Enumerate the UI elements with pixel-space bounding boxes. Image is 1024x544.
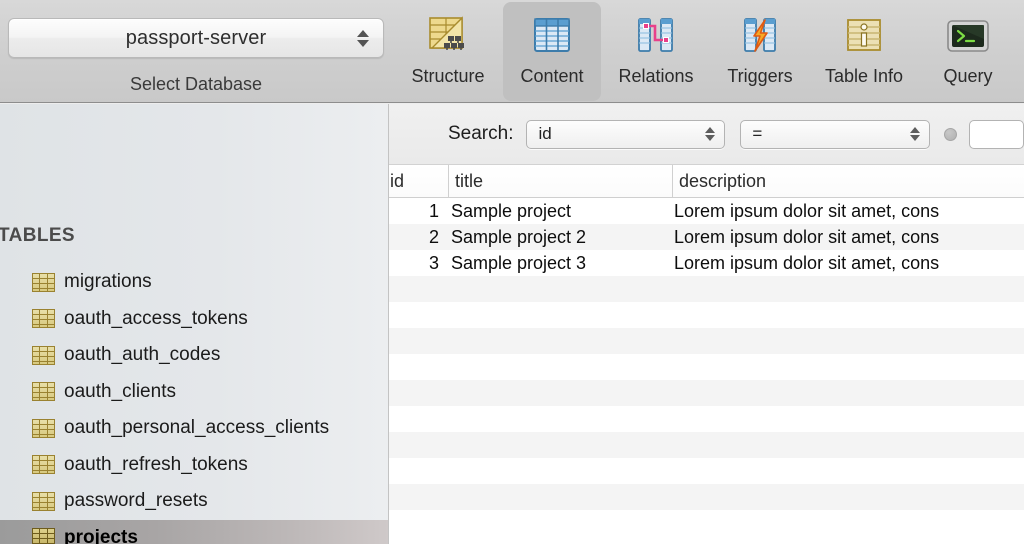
table-row[interactable]: 2 Sample project 2 Lorem ipsum dolor sit… [389, 224, 1024, 250]
database-select-group: passport-server [8, 18, 384, 58]
database-popup-value: passport-server [125, 26, 267, 49]
table-row-empty[interactable] [389, 432, 1024, 458]
content-pane: Search: id = id title description 1 Samp… [389, 104, 1024, 544]
updown-stepper-icon [704, 124, 715, 144]
sidebar-item-projects[interactable]: projects [0, 519, 388, 544]
table-row[interactable]: 1 Sample project Lorem ipsum dolor sit a… [389, 198, 1024, 224]
search-operator-select[interactable]: = [740, 119, 931, 149]
table-relations-icon [629, 11, 683, 61]
cell-id: 3 [428, 252, 439, 273]
tables-section-header: TABLES [0, 225, 75, 246]
sidebar-item-label: oauth_access_tokens [64, 307, 248, 329]
tables-list: migrations oauth_access_tokens oauth_aut… [0, 264, 388, 544]
table-row-empty[interactable] [389, 458, 1024, 484]
table-row-empty[interactable] [389, 510, 1024, 536]
column-header-title[interactable]: title [448, 165, 672, 197]
tables-sidebar: TABLES migrations oauth_access_tokens oa… [0, 104, 388, 544]
cell-description: Lorem ipsum dolor sit amet, cons [674, 226, 940, 247]
toolbar-tab-content[interactable]: Content [500, 0, 604, 103]
table-icon [32, 345, 55, 365]
table-info-icon [837, 11, 891, 61]
table-row[interactable]: 3 Sample project 3 Lorem ipsum dolor sit… [389, 250, 1024, 276]
table-rows: 1 Sample project Lorem ipsum dolor sit a… [389, 198, 1024, 544]
sidebar-item-label: projects [64, 526, 138, 544]
table-icon [32, 491, 55, 511]
search-operator-value: = [752, 124, 763, 143]
table-row-empty[interactable] [389, 276, 1024, 302]
table-row-empty[interactable] [389, 380, 1024, 406]
sidebar-item-label: password_resets [64, 490, 208, 512]
toolbar-tab-query[interactable]: Query [916, 0, 1020, 103]
column-header-description[interactable]: description [672, 165, 1024, 197]
cell-description: Lorem ipsum dolor sit amet, cons [674, 200, 940, 221]
terminal-query-icon [941, 11, 995, 61]
sidebar-item-oauth-clients[interactable]: oauth_clients [0, 374, 388, 411]
status-dot-icon [944, 127, 958, 141]
sidebar-item-oauth-auth-codes[interactable]: oauth_auth_codes [0, 337, 388, 374]
table-row-empty[interactable] [389, 354, 1024, 380]
table-column-headers: id title description [389, 165, 1024, 198]
sidebar-item-migrations[interactable]: migrations [0, 264, 388, 301]
column-header-id[interactable]: id [389, 165, 448, 197]
cell-id: 1 [428, 200, 439, 221]
table-triggers-icon [733, 11, 787, 61]
toolbar: passport-server Select Database Structur… [0, 0, 1024, 103]
cell-title: Sample project 3 [451, 252, 587, 273]
table-icon [32, 455, 55, 475]
toolbar-tab-structure[interactable]: Structure [396, 0, 500, 103]
table-icon [32, 418, 55, 438]
table-icon [32, 309, 55, 329]
search-bar: Search: id = [389, 104, 1024, 165]
toolbar-tab-relations[interactable]: Relations [604, 0, 708, 103]
sidebar-item-oauth-personal-access-clients[interactable]: oauth_personal_access_clients [0, 410, 388, 447]
toolbar-tab-content-label: Content [520, 66, 584, 86]
sidebar-item-label: oauth_refresh_tokens [64, 453, 248, 475]
updown-stepper-icon [909, 124, 920, 144]
toolbar-tab-query-label: Query [943, 66, 993, 86]
table-icon [32, 528, 55, 544]
cell-title: Sample project [451, 200, 572, 221]
sidebar-item-label: oauth_clients [64, 380, 176, 402]
select-database-caption: Select Database [129, 74, 263, 94]
sidebar-item-label: oauth_auth_codes [64, 344, 221, 366]
table-row-empty[interactable] [389, 302, 1024, 328]
toolbar-tabs: Structure Content Relations Triggers Tab… [396, 0, 1020, 103]
toolbar-tab-structure-label: Structure [411, 66, 485, 86]
sidebar-item-oauth-refresh-tokens[interactable]: oauth_refresh_tokens [0, 447, 388, 484]
table-row-empty[interactable] [389, 328, 1024, 354]
cell-title: Sample project 2 [451, 226, 587, 247]
toolbar-tab-table-info-label: Table Info [824, 66, 904, 86]
sequel-pro-window: passport-server Select Database Structur… [0, 0, 1024, 544]
cell-id: 2 [428, 226, 439, 247]
search-field-select[interactable]: id [526, 119, 726, 149]
sidebar-item-label: oauth_personal_access_clients [64, 417, 330, 439]
updown-stepper-icon [356, 25, 369, 51]
search-input[interactable] [969, 119, 1024, 149]
cell-description: Lorem ipsum dolor sit amet, cons [674, 252, 940, 273]
toolbar-tab-triggers[interactable]: Triggers [708, 0, 812, 103]
table-row-empty[interactable] [389, 406, 1024, 432]
sidebar-item-oauth-access-tokens[interactable]: oauth_access_tokens [0, 301, 388, 338]
search-field-value: id [538, 124, 552, 143]
table-icon [32, 272, 55, 292]
sidebar-item-password-resets[interactable]: password_resets [0, 483, 388, 520]
table-icon [32, 382, 55, 402]
table-structure-icon [421, 11, 475, 61]
sidebar-item-label: migrations [64, 271, 152, 293]
toolbar-tab-relations-label: Relations [618, 66, 694, 86]
database-popup-button[interactable]: passport-server [8, 18, 384, 58]
toolbar-tab-triggers-label: Triggers [727, 66, 793, 86]
toolbar-tab-table-info[interactable]: Table Info [812, 0, 916, 103]
table-row-empty[interactable] [389, 484, 1024, 510]
table-content-icon [525, 11, 579, 61]
search-label: Search: [448, 123, 514, 144]
